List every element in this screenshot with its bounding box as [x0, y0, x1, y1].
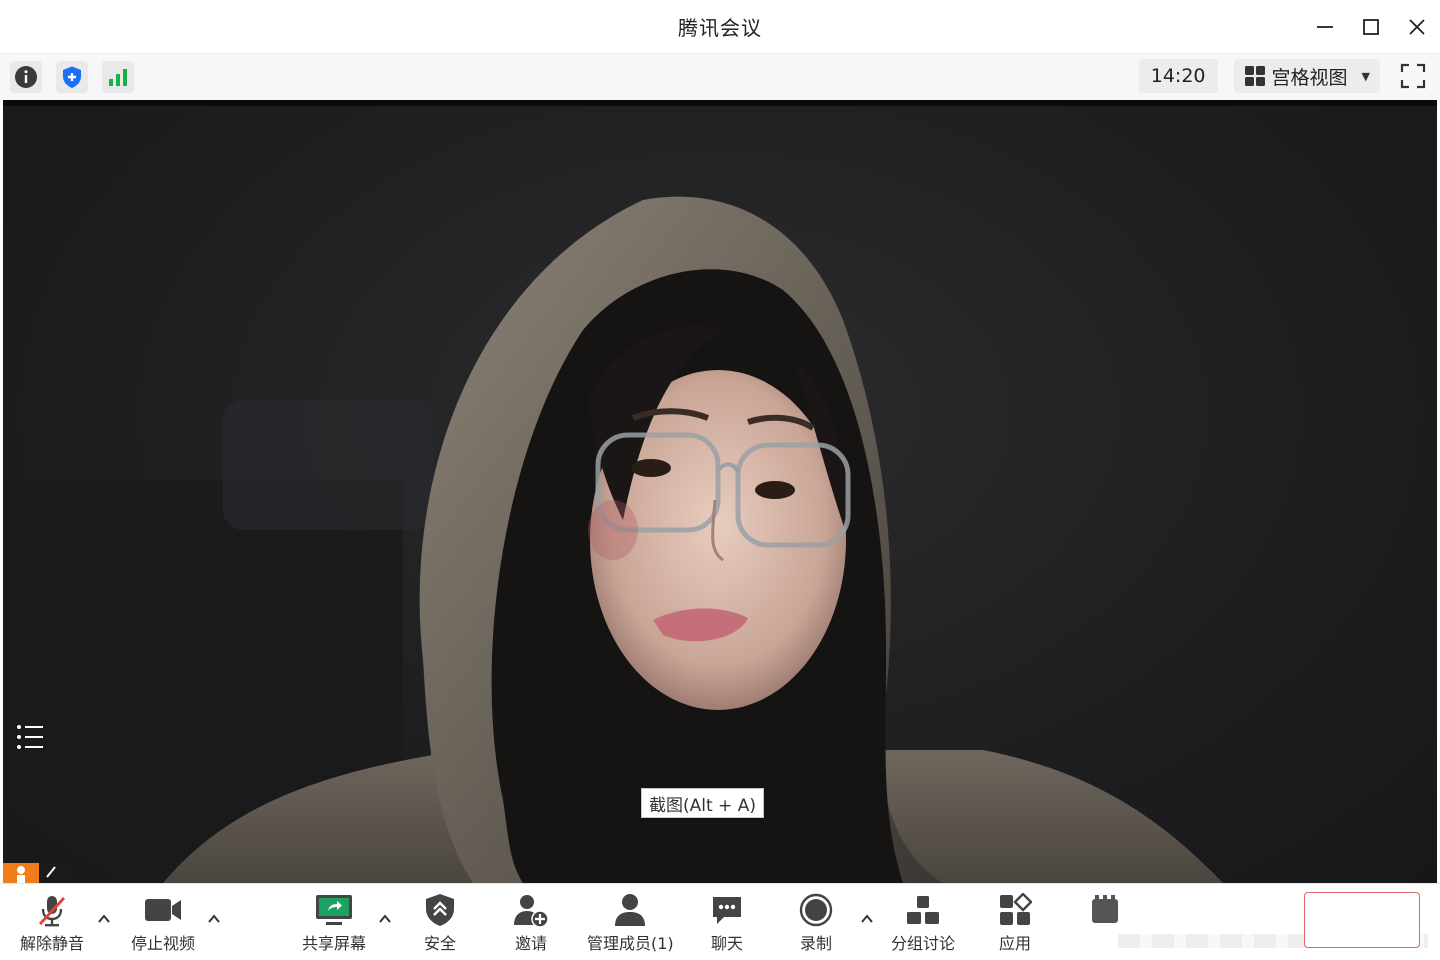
unmute-label: 解除静音 — [20, 934, 85, 953]
participant-video-feed — [3, 196, 1223, 883]
record-icon — [799, 893, 833, 927]
security-status-button[interactable] — [56, 61, 88, 93]
grid-view-icon — [1244, 66, 1265, 86]
record-label: 录制 — [799, 934, 832, 953]
view-mode-dropdown[interactable]: 宫格视图 ▼ — [1233, 59, 1380, 93]
signal-bars-icon — [109, 69, 127, 86]
video-options-chevron-icon[interactable] — [205, 910, 223, 928]
meeting-toolbar: 解除静音 停止视频 共享屏幕 安全 邀请 管理成员(1) 聊天 录制 分组讨论 … — [0, 883, 1440, 960]
muted-mic-icon — [38, 896, 66, 927]
person-icon — [17, 866, 25, 883]
breakout-rooms-button[interactable]: 分组讨论 — [891, 892, 955, 954]
member-list-toggle-icon[interactable] — [15, 722, 45, 752]
shield-icon — [426, 894, 454, 926]
breakout-rooms-icon — [907, 896, 939, 924]
apps-button[interactable]: 应用 — [998, 892, 1032, 954]
invite-label: 邀请 — [514, 934, 547, 953]
stop-video-label: 停止视频 — [131, 934, 196, 953]
apps-icon — [1000, 893, 1032, 925]
fullscreen-icon — [1400, 63, 1426, 89]
settings-gear-icon — [1092, 895, 1118, 923]
invite-button[interactable]: 邀请 — [513, 892, 549, 954]
stop-video-button[interactable]: 停止视频 — [131, 892, 195, 954]
record-button[interactable]: 录制 — [799, 892, 833, 954]
audio-options-chevron-icon[interactable] — [95, 910, 113, 928]
settings-button[interactable] — [1088, 892, 1122, 928]
security-button[interactable]: 安全 — [424, 892, 456, 954]
members-icon — [615, 894, 646, 926]
window-controls — [1302, 0, 1440, 54]
meeting-info-bar: 14:20 宫格视图 ▼ — [0, 54, 1440, 100]
close-icon — [1409, 19, 1425, 35]
share-screen-icon — [316, 895, 352, 925]
fullscreen-button[interactable] — [1396, 59, 1430, 93]
dropdown-caret-icon: ▼ — [1361, 69, 1370, 83]
end-meeting-button[interactable] — [1304, 892, 1420, 948]
info-icon — [15, 66, 37, 88]
close-button[interactable] — [1394, 0, 1440, 54]
chat-label: 聊天 — [710, 934, 743, 953]
video-camera-icon — [145, 899, 181, 921]
shield-plus-icon — [63, 66, 81, 88]
title-bar: 腾讯会议 — [0, 0, 1440, 54]
maximize-icon — [1363, 19, 1379, 35]
manage-members-button[interactable]: 管理成员(1) — [587, 892, 674, 954]
window-title: 腾讯会议 — [678, 16, 762, 40]
minimize-icon — [1317, 26, 1333, 28]
add-person-icon — [514, 895, 549, 927]
meeting-info-button[interactable] — [10, 61, 42, 93]
record-options-chevron-icon[interactable] — [858, 910, 876, 928]
security-label: 安全 — [424, 934, 457, 953]
view-mode-label: 宫格视图 — [1271, 66, 1348, 89]
chat-button[interactable]: 聊天 — [710, 892, 744, 954]
share-options-chevron-icon[interactable] — [376, 910, 394, 928]
network-status-button[interactable] — [102, 61, 134, 93]
muted-mic-icon — [46, 866, 56, 878]
host-badge — [3, 863, 39, 883]
minimize-button[interactable] — [1302, 0, 1348, 54]
chat-bubble-icon — [713, 897, 741, 924]
screenshot-tooltip: 截图(Alt + A) — [641, 788, 764, 818]
participant-name-tag — [3, 863, 73, 883]
breakout-rooms-label: 分组讨论 — [891, 934, 956, 953]
share-screen-button[interactable]: 共享屏幕 — [302, 892, 366, 954]
unmute-button[interactable]: 解除静音 — [20, 892, 84, 954]
manage-members-label: 管理成员(1) — [587, 934, 674, 953]
maximize-button[interactable] — [1348, 0, 1394, 54]
apps-label: 应用 — [998, 934, 1031, 953]
meeting-clock: 14:20 — [1138, 59, 1218, 93]
share-screen-label: 共享屏幕 — [302, 934, 367, 953]
video-stage: 截图(Alt + A) — [3, 100, 1437, 883]
participant-mic-status — [39, 863, 73, 883]
